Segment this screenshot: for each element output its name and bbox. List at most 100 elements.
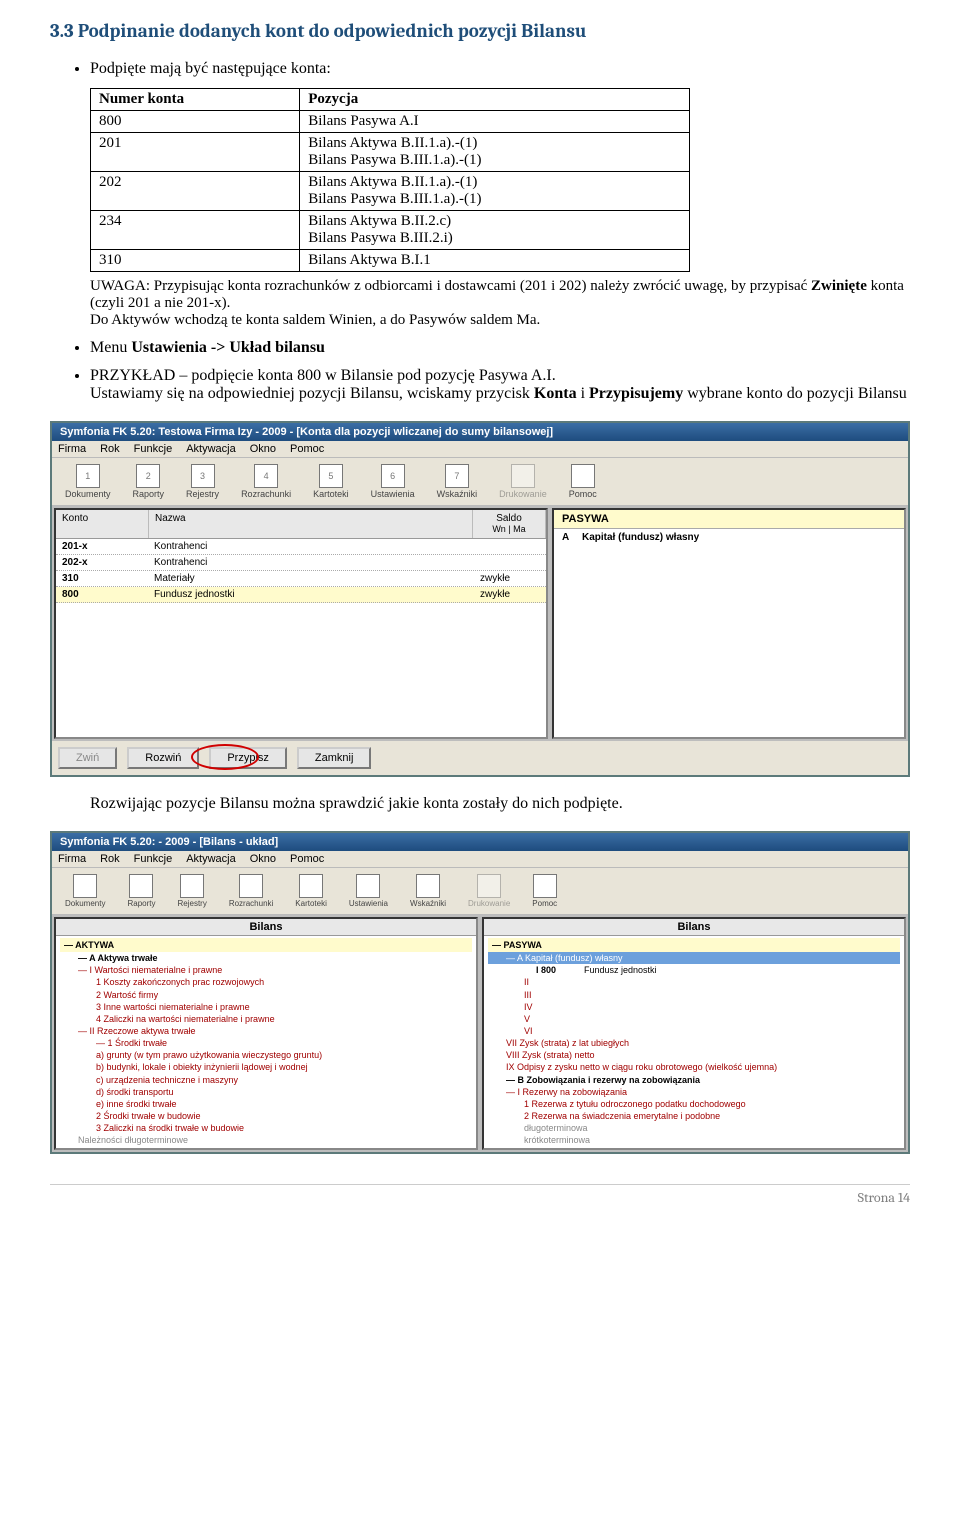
tool-raporty[interactable]: Raporty (120, 872, 162, 910)
tool-drukowanie: Drukowanie (492, 462, 554, 501)
menu-funkcje[interactable]: Funkcje (134, 853, 173, 865)
menu-rok[interactable]: Rok (100, 853, 120, 865)
left-grid-pane: Konto Nazwa Saldo Wn | Ma 201-xKontrahen… (54, 508, 548, 739)
tree-item[interactable]: a) grunty (w tym prawo użytkowania wiecz… (60, 1049, 472, 1061)
tree-item[interactable]: VI (488, 1025, 900, 1037)
tool-drukowanie: Drukowanie (461, 872, 517, 910)
tool-icon (477, 874, 501, 898)
tool-dokumenty[interactable]: 1Dokumenty (58, 462, 118, 501)
tree-item[interactable]: VIII Zysk (strata) netto (488, 1049, 900, 1061)
tree-item[interactable]: 1 Rezerwa z tytułu odroczonego podatku d… (488, 1098, 900, 1110)
app-window-konta: Symfonia FK 5.20: Testowa Firma Izy - 20… (50, 421, 910, 777)
tool-icon: 1 (76, 464, 100, 488)
tool-rejestry[interactable]: 3Rejestry (179, 462, 226, 501)
grid-row[interactable]: 800Fundusz jednostkizwykłe (56, 587, 546, 603)
tool-kartoteki[interactable]: Kartoteki (288, 872, 334, 910)
tool-icon: 3 (191, 464, 215, 488)
bilans-head: Bilans (56, 919, 476, 936)
left-bilans-pane[interactable]: Bilans — AKTYWA — A Aktywa trwałe— I War… (54, 917, 478, 1150)
pasywa-root[interactable]: — PASYWA (488, 938, 900, 952)
tool-rejestry[interactable]: Rejestry (170, 872, 213, 910)
tree-item[interactable]: długoterminowa (488, 1122, 900, 1134)
th-numer: Numer konta (91, 89, 300, 111)
rozwin-button[interactable]: Rozwiń (127, 747, 199, 769)
tree-item[interactable]: c) urządzenia techniczne i maszyny (60, 1074, 472, 1086)
pasywa-row-a[interactable]: A Kapitał (fundusz) własny (554, 529, 904, 546)
tool-rozrachunki[interactable]: 4Rozrachunki (234, 462, 298, 501)
tree-item[interactable]: II (488, 976, 900, 988)
menu-firma[interactable]: Firma (58, 443, 86, 455)
title-bar: Symfonia FK 5.20: - 2009 - [Bilans - ukł… (52, 833, 908, 851)
tree-item[interactable]: 1 Koszty zakończonych prac rozwojowych (60, 976, 472, 988)
post-app1-text: Rozwijając pozycje Bilansu można sprawdz… (90, 795, 910, 813)
przypisz-button[interactable]: Przypisz (209, 747, 287, 769)
tree-item[interactable]: IV (488, 1001, 900, 1013)
tool-kartoteki[interactable]: 5Kartoteki (306, 462, 356, 501)
zamknij-button[interactable]: Zamknij (297, 747, 372, 769)
menu-okno[interactable]: Okno (250, 853, 276, 865)
tree-item[interactable]: — 1 Środki trwałe (60, 1037, 472, 1049)
button-row: ZZwińwiń Rozwiń Przypisz Zamknij (52, 741, 908, 775)
tool-dokumenty[interactable]: Dokumenty (58, 872, 112, 910)
menu-firma[interactable]: Firma (58, 853, 86, 865)
col-saldo[interactable]: Saldo Wn | Ma (473, 510, 546, 538)
tool-icon (511, 464, 535, 488)
accounts-table: Numer konta Pozycja 800Bilans Pasywa A.I… (90, 88, 690, 272)
menu-bar[interactable]: Firma Rok Funkcje Aktywacja Okno Pomoc (52, 851, 908, 867)
tree-item[interactable]: — I Wartości niematerialne i prawne (60, 964, 472, 976)
table-row: 202Bilans Aktywa B.II.1.a).-(1) Bilans P… (91, 172, 690, 211)
tree-item[interactable]: V (488, 1013, 900, 1025)
tree-item[interactable]: I 800Fundusz jednostki (488, 964, 900, 976)
tree-item[interactable]: 4 Zaliczki na wartości niematerialne i p… (60, 1013, 472, 1025)
tree-item[interactable]: 2 Rezerwa na świadczenia emerytalne i po… (488, 1110, 900, 1122)
tree-item[interactable]: Należności długoterminowe (60, 1134, 472, 1146)
tree-item[interactable]: — I Rezerwy na zobowiązania (488, 1086, 900, 1098)
grid-row[interactable]: 310Materiałyzwykłe (56, 571, 546, 587)
tool-wskaźniki[interactable]: Wskaźniki (403, 872, 453, 910)
tree-item[interactable]: 3 Zaliczki na środki trwałe w budowie (60, 1122, 472, 1134)
tree-item[interactable]: 2 Środki trwałe w budowie (60, 1110, 472, 1122)
app-window-bilans: Symfonia FK 5.20: - 2009 - [Bilans - ukł… (50, 831, 910, 1154)
menu-aktywacja[interactable]: Aktywacja (186, 853, 236, 865)
col-konto[interactable]: Konto (56, 510, 149, 538)
tool-wskaźniki[interactable]: 7Wskaźniki (430, 462, 485, 501)
right-bilans-pane[interactable]: Bilans — PASYWA — A Kapitał (fundusz) wł… (482, 917, 906, 1150)
tool-raporty[interactable]: 2Raporty (126, 462, 172, 501)
menu-rok[interactable]: Rok (100, 443, 120, 455)
col-nazwa[interactable]: Nazwa (149, 510, 473, 538)
app-title: Symfonia FK 5.20: - 2009 - [Bilans - ukł… (60, 836, 278, 848)
tool-ustawienia[interactable]: 6Ustawienia (364, 462, 422, 501)
tree-item[interactable]: VII Zysk (strata) z lat ubiegłych (488, 1037, 900, 1049)
tree-item[interactable]: IX Odpisy z zysku netto w ciągu roku obr… (488, 1061, 900, 1073)
tree-item[interactable]: e) inne środki trwałe (60, 1098, 472, 1110)
menu-funkcje[interactable]: Funkcje (134, 443, 173, 455)
tool-ustawienia[interactable]: Ustawienia (342, 872, 395, 910)
tree-item[interactable]: krótkoterminowa (488, 1134, 900, 1146)
zwin-button[interactable]: ZZwińwiń (58, 747, 117, 769)
menu-aktywacja[interactable]: Aktywacja (186, 443, 236, 455)
menu-okno[interactable]: Okno (250, 443, 276, 455)
tool-rozrachunki[interactable]: Rozrachunki (222, 872, 280, 910)
tool-pomoc[interactable]: Pomoc (562, 462, 604, 501)
grid-row[interactable]: 202-xKontrahenci (56, 555, 546, 571)
menu-bar[interactable]: Firma Rok Funkcje Aktywacja Okno Pomoc (52, 441, 908, 457)
bullet-2: Menu Ustawienia -> Układ bilansu (90, 339, 910, 357)
menu-pomoc[interactable]: Pomoc (290, 443, 324, 455)
tree-item[interactable]: b) budynki, lokale i obiekty inżynierii … (60, 1061, 472, 1073)
tree-item[interactable]: III (488, 989, 900, 1001)
tree-item[interactable]: 2 Wartość firmy (60, 989, 472, 1001)
grid-row[interactable]: 201-xKontrahenci (56, 539, 546, 555)
tree-item[interactable]: — II Rzeczowe aktywa trwałe (60, 1025, 472, 1037)
tree-item[interactable]: — A Kapitał (fundusz) własny (488, 952, 900, 964)
tool-icon (180, 874, 204, 898)
menu-pomoc[interactable]: Pomoc (290, 853, 324, 865)
tree-item[interactable]: d) środki transportu (60, 1086, 472, 1098)
tree-item[interactable]: — A Aktywa trwałe (60, 952, 472, 964)
grid-body[interactable]: 201-xKontrahenci202-xKontrahenci310Mater… (56, 539, 546, 737)
aktywa-root[interactable]: — AKTYWA (60, 938, 472, 952)
title-bar: Symfonia FK 5.20: Testowa Firma Izy - 20… (52, 423, 908, 441)
tree-item[interactable]: — B Zobowiązania i rezerwy na zobowiązan… (488, 1074, 900, 1086)
tree-item[interactable]: 3 Inne wartości niematerialne i prawne (60, 1001, 472, 1013)
right-pasywa-pane: PASYWA A Kapitał (fundusz) własny (552, 508, 906, 739)
tool-pomoc[interactable]: Pomoc (525, 872, 564, 910)
